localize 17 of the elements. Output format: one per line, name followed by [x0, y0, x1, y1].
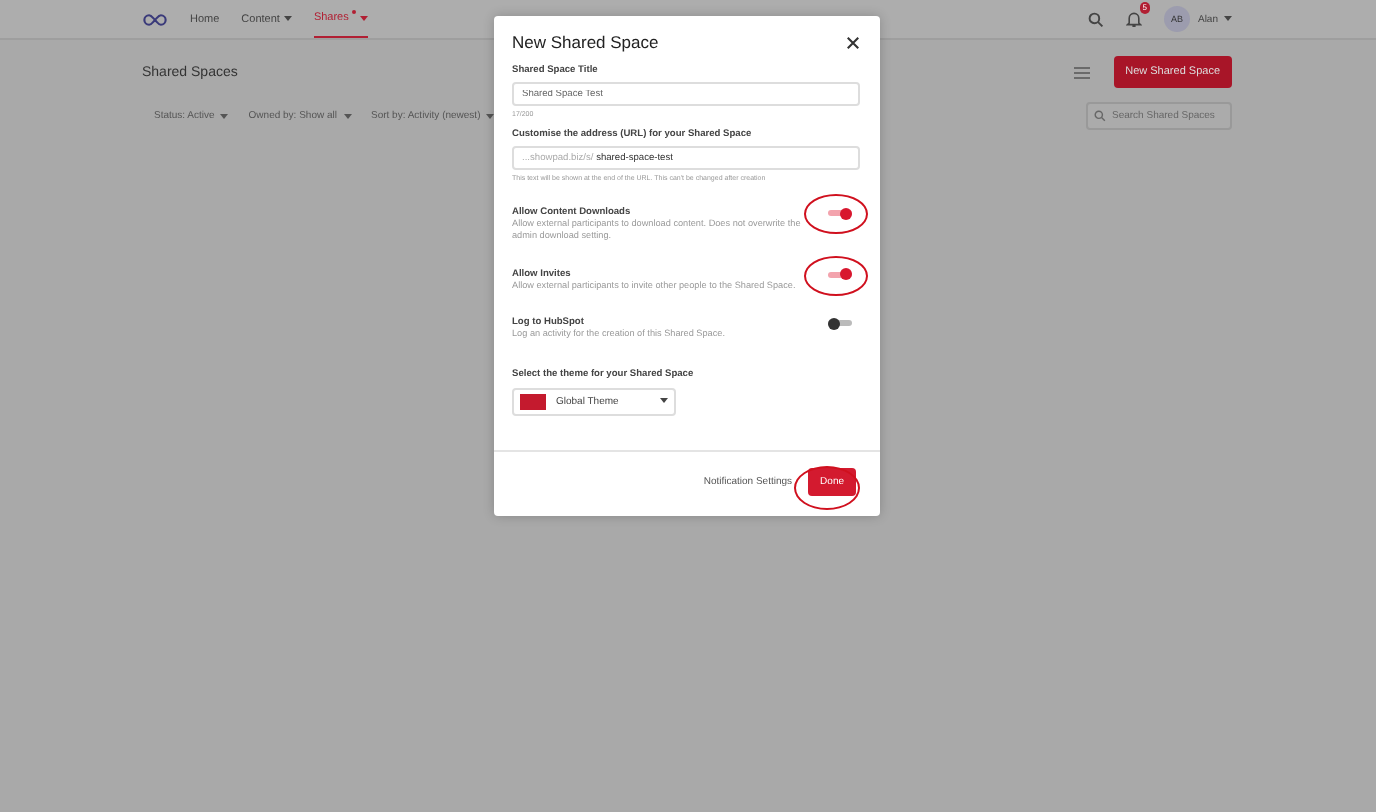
- toggle-switch[interactable]: [828, 210, 852, 216]
- dialog-title: New Shared Space: [512, 32, 659, 52]
- highlight-circle: [794, 466, 861, 510]
- toggle-switch[interactable]: [828, 320, 852, 327]
- caret-icon: [660, 398, 668, 405]
- toggle-switch[interactable]: [828, 271, 852, 278]
- list-view-icon[interactable]: [1073, 65, 1090, 79]
- caret-icon: [343, 113, 351, 119]
- bell-icon[interactable]: [1125, 10, 1142, 28]
- caret-icon: [1224, 16, 1232, 22]
- logo-icon: [142, 13, 168, 25]
- search-icon[interactable]: [1087, 11, 1104, 27]
- close-icon[interactable]: [846, 35, 860, 49]
- caret-icon: [220, 113, 229, 119]
- caret-icon: [283, 16, 292, 22]
- caret-icon: [360, 15, 369, 21]
- caret-icon: [486, 113, 495, 119]
